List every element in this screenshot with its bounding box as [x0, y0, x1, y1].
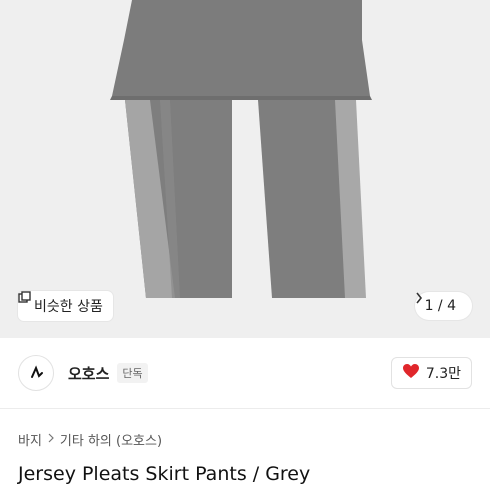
breadcrumb-level-1[interactable]: 바지 — [18, 430, 42, 449]
chevron-right-icon — [48, 432, 54, 447]
product-image-area[interactable]: 비슷한 상품 1 / 4 — [0, 0, 490, 338]
heart-icon — [402, 363, 420, 383]
product-title: Jersey Pleats Skirt Pants / Grey — [18, 463, 311, 485]
exclusive-badge: 단독 — [117, 363, 148, 383]
like-button[interactable]: 7.3만 — [390, 357, 472, 389]
seller-row[interactable]: 오호스 단독 7.3만 — [0, 338, 490, 408]
image-pager[interactable]: 1 / 4 — [414, 292, 472, 320]
breadcrumb-level-2[interactable]: 기타 하의 (오호스) — [60, 430, 162, 449]
like-count: 7.3만 — [425, 366, 461, 382]
divider — [0, 408, 490, 409]
breadcrumb: 바지 기타 하의 (오호스) — [0, 417, 490, 461]
store-name[interactable]: 오호스 — [68, 363, 109, 384]
store-logo-icon — [31, 365, 43, 378]
store-avatar[interactable] — [18, 355, 54, 391]
similar-products-button[interactable]: 비슷한 상품 — [18, 291, 113, 321]
similar-products-label: 비슷한 상품 — [34, 299, 103, 315]
pager-count: 1 / 4 — [424, 298, 456, 314]
product-photo — [0, 0, 490, 338]
